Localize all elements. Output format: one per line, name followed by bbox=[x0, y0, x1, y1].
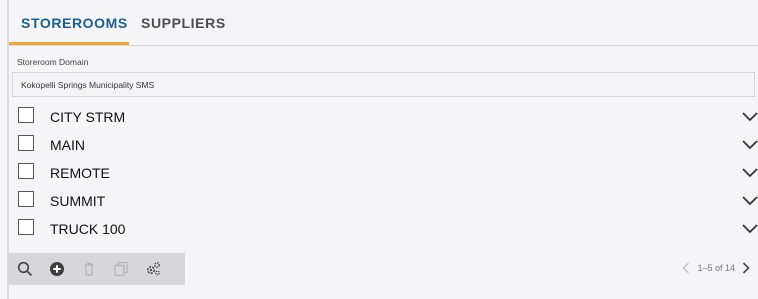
tab-suppliers[interactable]: SUPPLIERS bbox=[141, 15, 226, 31]
delete-icon bbox=[84, 262, 94, 276]
action-toolbar bbox=[9, 253, 185, 285]
storeroom-panel: STOREROOMS SUPPLIERS Storeroom Domain Ko… bbox=[9, 0, 758, 299]
copy-icon bbox=[114, 261, 128, 277]
copy-button[interactable] bbox=[105, 253, 137, 285]
settings-icon bbox=[146, 262, 160, 276]
storeroom-name: SUMMIT bbox=[50, 193, 106, 209]
storeroom-name: MAIN bbox=[50, 137, 85, 153]
row-checkbox[interactable] bbox=[18, 219, 34, 235]
tab-storerooms[interactable]: STOREROOMS bbox=[21, 15, 128, 31]
chevron-right-icon[interactable] bbox=[742, 262, 750, 274]
list-item[interactable]: MAIN bbox=[9, 130, 758, 158]
search-icon bbox=[17, 261, 33, 277]
page-range-text: 1–5 of 14 bbox=[697, 263, 735, 273]
pagination: 1–5 of 14 bbox=[682, 262, 750, 274]
storeroom-domain-label: Storeroom Domain bbox=[17, 57, 89, 67]
row-checkbox[interactable] bbox=[18, 107, 34, 123]
list-item[interactable]: CITY STRM bbox=[9, 102, 758, 130]
delete-button[interactable] bbox=[73, 253, 105, 285]
chevron-down-icon[interactable] bbox=[742, 192, 758, 208]
chevron-down-icon[interactable] bbox=[742, 164, 758, 180]
add-icon bbox=[50, 262, 64, 276]
storeroom-list: CITY STRM MAIN REMOTE SUMMIT TRUCK 100 bbox=[9, 102, 758, 242]
settings-button[interactable] bbox=[137, 253, 169, 285]
storeroom-name: TRUCK 100 bbox=[50, 221, 126, 237]
search-button[interactable] bbox=[9, 253, 41, 285]
chevron-down-icon[interactable] bbox=[742, 136, 758, 152]
active-tab-indicator bbox=[9, 42, 129, 45]
storeroom-domain-field[interactable]: Kokopelli Springs Municipality SMS bbox=[12, 72, 755, 97]
list-item[interactable]: SUMMIT bbox=[9, 186, 758, 214]
chevron-down-icon[interactable] bbox=[742, 108, 758, 124]
add-button[interactable] bbox=[41, 253, 73, 285]
list-item[interactable]: REMOTE bbox=[9, 158, 758, 186]
storeroom-name: REMOTE bbox=[50, 165, 110, 181]
row-checkbox[interactable] bbox=[18, 135, 34, 151]
tab-bar: STOREROOMS SUPPLIERS bbox=[9, 0, 758, 46]
row-checkbox[interactable] bbox=[18, 163, 34, 179]
storeroom-name: CITY STRM bbox=[50, 109, 126, 125]
chevron-down-icon[interactable] bbox=[742, 220, 758, 236]
row-checkbox[interactable] bbox=[18, 191, 34, 207]
list-item[interactable]: TRUCK 100 bbox=[9, 214, 758, 242]
chevron-left-icon[interactable] bbox=[682, 262, 690, 274]
